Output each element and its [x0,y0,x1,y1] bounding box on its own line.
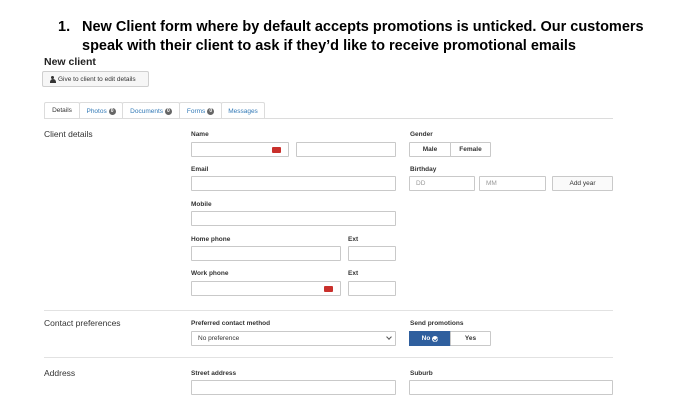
preferred-contact-value: No preference [198,335,240,342]
heading-line-2: speak with their client to ask if they’d… [82,38,576,54]
home-phone-label: Home phone [191,236,231,243]
check-icon [432,335,439,342]
tab-documents-count-badge: 0 [165,107,172,115]
give-to-client-label: Give to client to edit details [58,75,136,83]
tab-messages[interactable]: Messages [221,102,265,119]
work-phone-input[interactable] [191,281,341,296]
email-label: Email [191,166,209,173]
birthday-month-input[interactable]: MM [479,176,546,191]
give-to-client-button[interactable]: Give to client to edit details [42,71,149,87]
gender-label: Gender [410,131,433,138]
suburb-input[interactable] [409,380,613,395]
chevron-down-icon [386,334,392,340]
tabs-divider [44,118,613,119]
tab-forms-count-badge: 0 [207,107,215,115]
required-badge-icon [272,147,281,153]
first-name-input[interactable] [191,142,289,157]
heading-line-1: New Client form where by default accepts… [82,19,644,35]
section-client-details: Client details [44,129,93,139]
gender-female-button[interactable]: Female [450,142,491,157]
street-address-input[interactable] [191,380,396,395]
heading-number: 1. [58,19,71,35]
mobile-input[interactable] [191,211,396,226]
street-address-label: Street address [191,370,237,377]
add-year-button[interactable]: Add year [552,176,613,191]
section-address: Address [44,368,76,378]
home-ext-label: Ext [348,236,359,243]
email-input[interactable] [191,176,396,191]
birthday-label: Birthday [410,166,437,173]
tab-documents[interactable]: Documents 0 [122,102,180,119]
promotions-no-button[interactable]: No [409,331,451,346]
home-phone-input[interactable] [191,246,341,261]
tab-details[interactable]: Details [44,102,80,119]
suburb-label: Suburb [410,370,433,377]
section-contact-preferences: Contact preferences [44,318,121,328]
preferred-contact-select[interactable]: No preference [191,331,396,346]
tab-photos-count-badge: 0 [108,107,116,115]
promotions-no-label: No [421,335,431,342]
work-phone-label: Work phone [191,270,229,277]
tab-forms-label: Forms [186,107,206,115]
gender-male-button[interactable]: Male [409,142,451,157]
mobile-label: Mobile [191,201,212,208]
birthday-day-input[interactable]: DD [409,176,475,191]
tab-messages-label: Messages [228,107,258,115]
birthday-month-placeholder: MM [486,180,497,187]
last-name-input[interactable] [296,142,396,157]
work-ext-label: Ext [348,270,359,277]
promotions-yes-button[interactable]: Yes [450,331,491,346]
person-icon [49,75,56,83]
section-divider [44,310,613,311]
work-ext-input[interactable] [348,281,396,296]
home-ext-input[interactable] [348,246,396,261]
tab-photos-label: Photos [86,107,107,115]
preferred-contact-label: Preferred contact method [191,320,271,327]
tab-bar: Details Photos 0 Documents 0 Forms 0 Mes… [44,102,265,119]
tab-details-label: Details [52,107,72,114]
section-divider [44,357,613,358]
tab-documents-label: Documents [130,107,164,115]
required-badge-icon [324,286,333,292]
send-promotions-label: Send promotions [410,320,464,327]
page-title: New client [44,56,96,68]
name-label: Name [191,131,209,138]
tab-forms[interactable]: Forms 0 [179,102,222,119]
tab-photos[interactable]: Photos 0 [79,102,123,119]
birthday-day-placeholder: DD [416,180,426,187]
